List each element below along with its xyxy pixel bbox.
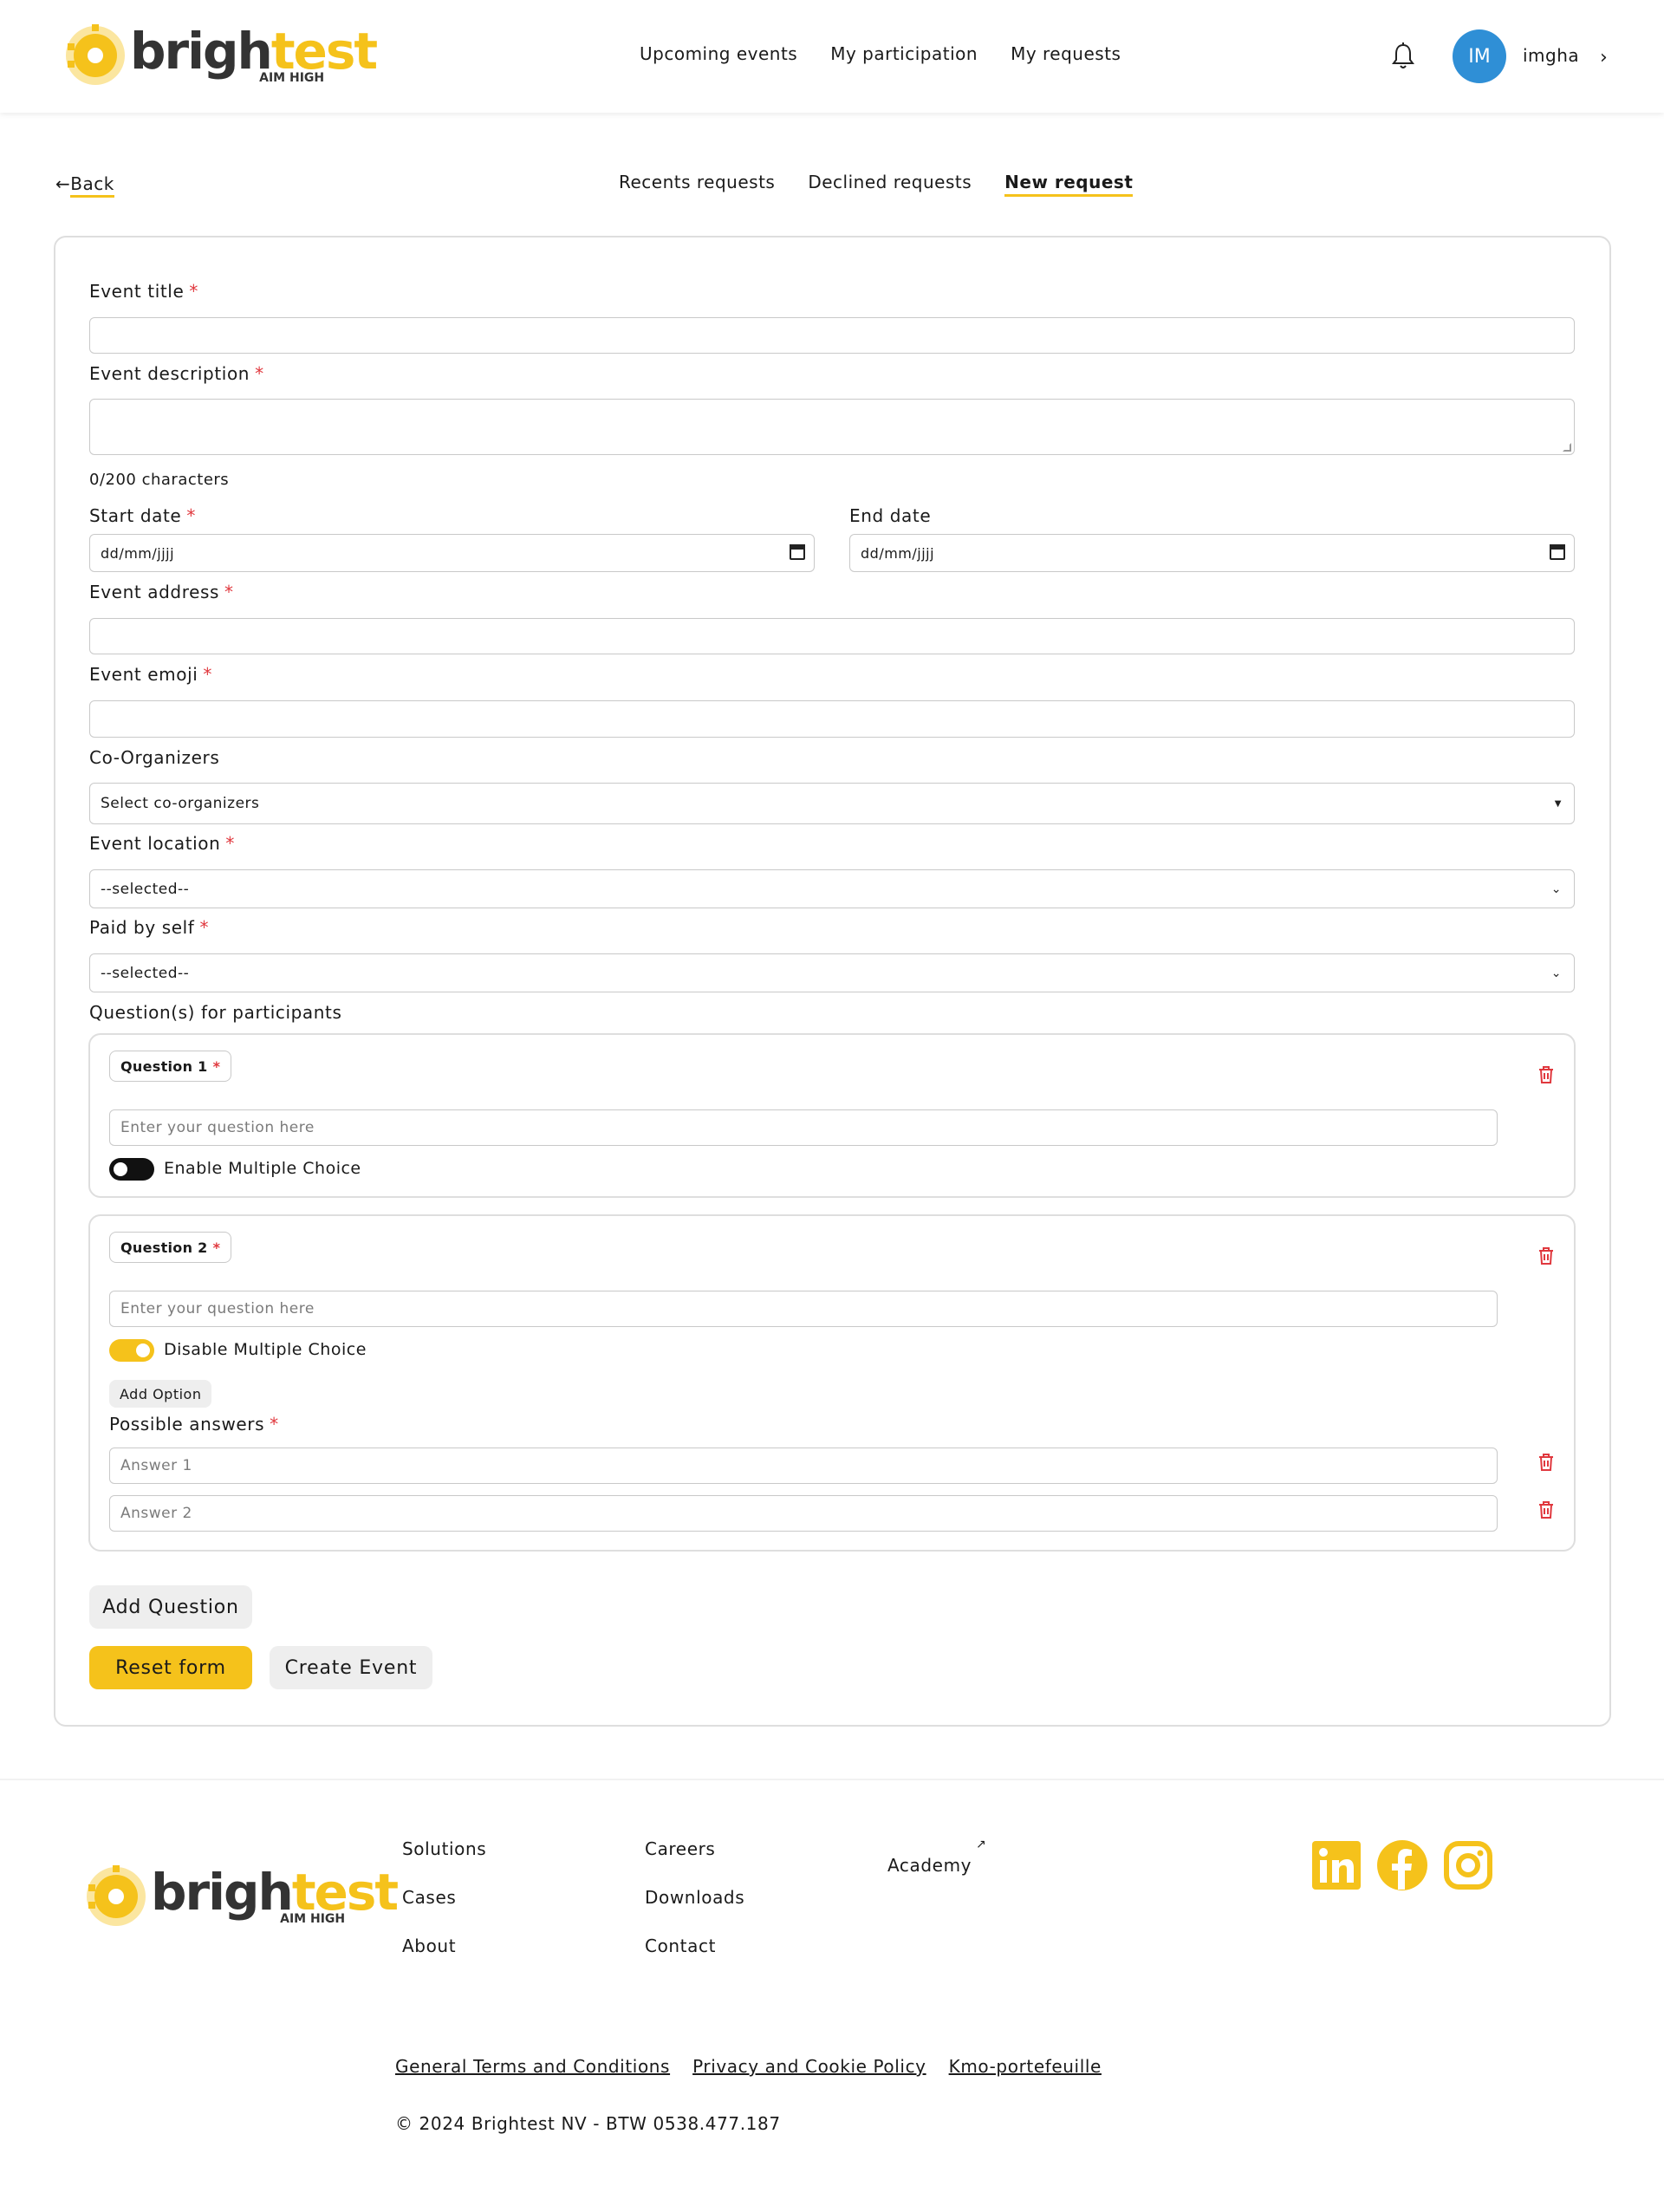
question-card: Question 1 * Enter your question here Ena… bbox=[88, 1033, 1576, 1198]
event-location-select[interactable]: --selected-- ⌄ bbox=[89, 869, 1575, 908]
nav-my-participation[interactable]: My participation bbox=[830, 43, 978, 64]
footer-link-solutions[interactable]: Solutions bbox=[402, 1838, 486, 1887]
multiple-choice-toggle[interactable] bbox=[109, 1158, 154, 1181]
trash-icon[interactable] bbox=[1537, 1500, 1555, 1519]
event-description-textarea[interactable] bbox=[89, 399, 1575, 455]
create-event-button[interactable]: Create Event bbox=[270, 1646, 432, 1689]
arrow-left-icon: ← bbox=[55, 173, 71, 194]
footer-column: Solutions Cases About bbox=[402, 1838, 486, 1984]
footer-link-about[interactable]: About bbox=[402, 1936, 486, 1984]
footer-link-careers[interactable]: Careers bbox=[645, 1838, 744, 1887]
trash-icon[interactable] bbox=[1537, 1246, 1555, 1265]
linkedin-icon[interactable] bbox=[1310, 1839, 1362, 1891]
answer-input[interactable]: Answer 1 bbox=[109, 1448, 1498, 1484]
event-emoji-label: Event emoji * bbox=[89, 664, 212, 685]
trash-icon[interactable] bbox=[1537, 1453, 1555, 1472]
brand-tagline: AIM HIGH bbox=[280, 1912, 346, 1926]
question-title: Question 2 * bbox=[109, 1232, 232, 1263]
brand-wordmark: brightest bbox=[130, 22, 378, 81]
site-header: brightest AIM HIGH Upcoming events My pa… bbox=[0, 0, 1664, 113]
brightest-logo[interactable]: brightest AIM HIGH bbox=[62, 22, 378, 88]
privacy-link[interactable]: Privacy and Cookie Policy bbox=[692, 2056, 926, 2077]
caret-down-icon: ▼ bbox=[1554, 798, 1562, 809]
external-link-icon: ↗ bbox=[976, 1838, 986, 1851]
tab-recent-requests[interactable]: Recents requests bbox=[619, 172, 775, 197]
event-address-label: Event address * bbox=[89, 582, 234, 602]
bell-icon[interactable] bbox=[1390, 42, 1416, 71]
end-date-input[interactable]: dd/mm/jjjj bbox=[849, 534, 1575, 572]
brightest-logo-mark-icon bbox=[66, 24, 125, 85]
brand-tagline: AIM HIGH bbox=[259, 71, 325, 85]
calendar-icon[interactable] bbox=[790, 544, 805, 560]
footer-link-academy[interactable]: Academy bbox=[887, 1855, 972, 1876]
request-tabs: Recents requests Declined requests New r… bbox=[619, 172, 1134, 197]
brightest-logo[interactable]: brightest AIM HIGH bbox=[83, 1863, 399, 1929]
start-date-input[interactable]: dd/mm/jjjj bbox=[89, 534, 815, 572]
paid-by-self-label: Paid by self * bbox=[89, 917, 210, 938]
tab-declined-requests[interactable]: Declined requests bbox=[808, 172, 972, 197]
co-organizers-label: Co-Organizers bbox=[89, 747, 220, 768]
copyright: © 2024 Brightest NV - BTW 0538.477.187 bbox=[395, 2113, 781, 2134]
resize-handle-icon[interactable] bbox=[1563, 443, 1571, 452]
event-title-label: Event title * bbox=[89, 281, 198, 302]
co-organizers-select[interactable]: Select co-organizers ▼ bbox=[89, 783, 1575, 824]
chevron-right-icon[interactable]: › bbox=[1600, 47, 1608, 68]
end-date-label: End date bbox=[849, 505, 932, 526]
paid-by-self-select[interactable]: --selected-- ⌄ bbox=[89, 953, 1575, 992]
start-date-label: Start date * bbox=[89, 505, 196, 526]
event-location-label: Event location * bbox=[89, 833, 236, 854]
add-option-button[interactable]: Add Option bbox=[109, 1380, 212, 1408]
possible-answers-label: Possible answers * bbox=[109, 1414, 279, 1435]
chevron-down-icon: ⌄ bbox=[1550, 882, 1562, 896]
questions-section-label: Question(s) for participants bbox=[89, 1002, 342, 1023]
trash-icon[interactable] bbox=[1537, 1065, 1555, 1084]
username[interactable]: imgha bbox=[1523, 45, 1579, 66]
question-input[interactable]: Enter your question here bbox=[109, 1291, 1498, 1327]
reset-form-button[interactable]: Reset form bbox=[89, 1646, 252, 1689]
multiple-choice-toggle-label: Disable Multiple Choice bbox=[164, 1340, 367, 1359]
calendar-icon[interactable] bbox=[1550, 544, 1565, 560]
event-address-input[interactable] bbox=[89, 618, 1575, 654]
event-title-input[interactable] bbox=[89, 317, 1575, 354]
question-card: Question 2 * Enter your question here Dis… bbox=[88, 1214, 1576, 1552]
brightest-logo-mark-icon bbox=[87, 1865, 146, 1926]
terms-link[interactable]: General Terms and Conditions bbox=[395, 2056, 670, 2077]
brand-wordmark: brightest bbox=[151, 1863, 399, 1922]
footer-link-contact[interactable]: Contact bbox=[645, 1936, 744, 1984]
multiple-choice-toggle[interactable] bbox=[109, 1339, 154, 1362]
footer-column: Careers Downloads Contact bbox=[645, 1838, 744, 1984]
footer-link-downloads[interactable]: Downloads bbox=[645, 1887, 744, 1936]
answer-input[interactable]: Answer 2 bbox=[109, 1495, 1498, 1532]
question-input[interactable]: Enter your question here bbox=[109, 1109, 1498, 1146]
event-description-label: Event description * bbox=[89, 363, 264, 384]
chevron-down-icon: ⌄ bbox=[1550, 966, 1562, 980]
tab-new-request[interactable]: New request bbox=[1004, 172, 1134, 197]
back-link[interactable]: ←Back bbox=[55, 173, 114, 198]
nav-upcoming-events[interactable]: Upcoming events bbox=[640, 43, 797, 64]
multiple-choice-toggle-label: Enable Multiple Choice bbox=[164, 1159, 361, 1178]
nav-my-requests[interactable]: My requests bbox=[1011, 43, 1121, 64]
event-emoji-input[interactable] bbox=[89, 700, 1575, 738]
add-question-button[interactable]: Add Question bbox=[89, 1585, 252, 1629]
instagram-icon[interactable] bbox=[1442, 1839, 1494, 1891]
top-navigation: Upcoming events My participation My requ… bbox=[640, 43, 1121, 64]
facebook-icon[interactable] bbox=[1376, 1839, 1428, 1891]
legal-links: General Terms and Conditions Privacy and… bbox=[395, 2056, 1102, 2077]
question-title: Question 1 * bbox=[109, 1051, 232, 1082]
footer-divider bbox=[0, 1779, 1664, 1780]
avatar[interactable]: IM bbox=[1453, 29, 1506, 83]
character-count: 0/200 characters bbox=[89, 471, 230, 489]
footer-link-cases[interactable]: Cases bbox=[402, 1887, 486, 1936]
kmo-portefeuille-link[interactable]: Kmo-portefeuille bbox=[949, 2056, 1102, 2077]
